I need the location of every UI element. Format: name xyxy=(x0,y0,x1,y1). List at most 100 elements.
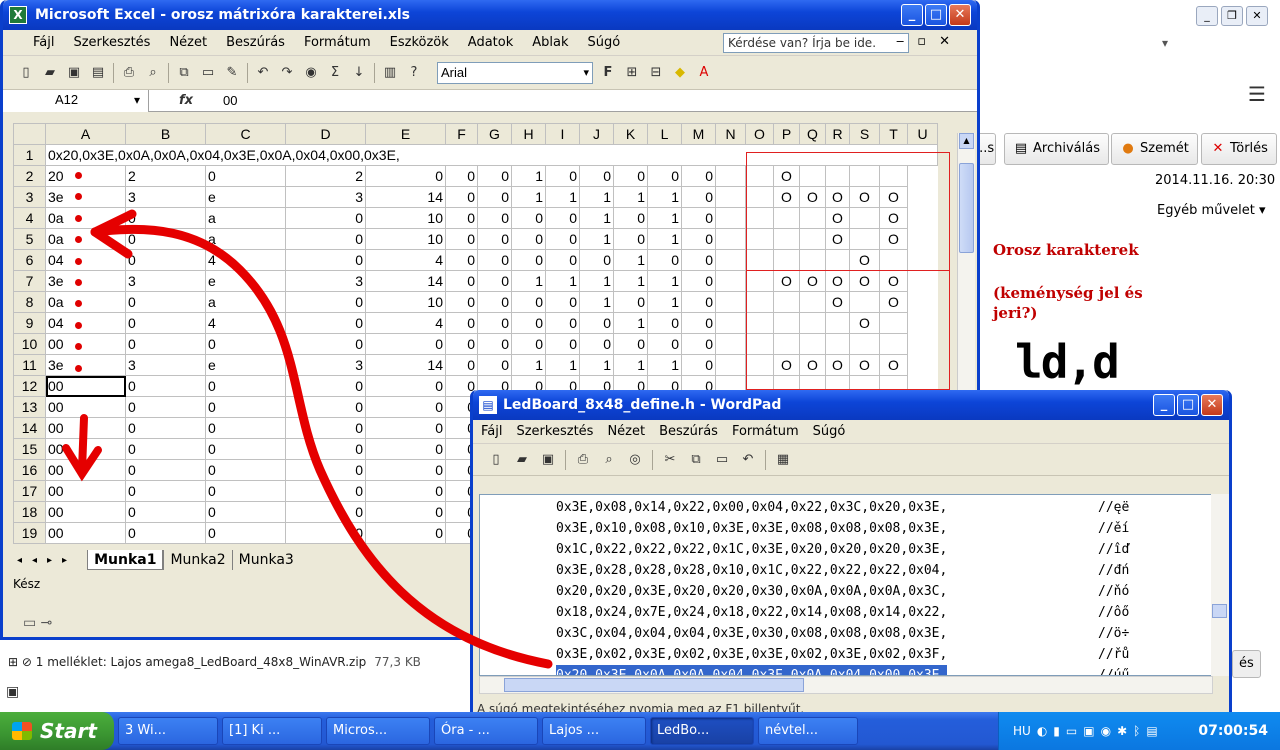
cell[interactable]: 0 xyxy=(205,438,286,460)
cell[interactable]: a xyxy=(205,228,286,250)
column-header[interactable]: F xyxy=(445,123,478,145)
cell[interactable]: 0 xyxy=(285,375,366,397)
cell[interactable]: 1 xyxy=(613,249,648,271)
open-icon[interactable]: ▰ xyxy=(41,64,59,82)
date-time-icon[interactable]: ▦ xyxy=(774,451,792,469)
menu-help[interactable]: Súgó xyxy=(813,424,846,439)
cell[interactable]: 0 xyxy=(125,291,206,313)
cell[interactable]: e xyxy=(205,270,286,292)
cell[interactable]: 0 xyxy=(681,186,716,208)
cell[interactable]: 0 xyxy=(285,396,366,418)
cell[interactable]: 0 xyxy=(477,186,512,208)
cell[interactable]: 0 xyxy=(125,459,206,481)
cell[interactable]: 0 xyxy=(285,333,366,355)
taskbar-button[interactable]: Óra - ... xyxy=(434,717,538,745)
preview-icon[interactable]: ⌕ xyxy=(144,64,162,82)
select-all-corner[interactable] xyxy=(13,123,46,145)
scroll-thumb[interactable] xyxy=(504,678,804,692)
cell[interactable]: 14 xyxy=(365,354,446,376)
cell[interactable]: 00 xyxy=(45,375,126,397)
cell[interactable] xyxy=(715,186,746,208)
horizontal-scrollbar[interactable] xyxy=(479,676,1213,694)
cell[interactable]: 0 xyxy=(445,228,478,250)
cell[interactable]: 3 xyxy=(285,270,366,292)
minimize-button[interactable]: _ xyxy=(901,4,923,26)
paste-icon[interactable]: ▭ xyxy=(713,451,731,469)
sheet-nav-arrows[interactable]: ◂◂▸▸ xyxy=(13,555,77,566)
permission-icon[interactable]: ▤ xyxy=(89,64,107,82)
column-header[interactable]: R xyxy=(825,123,850,145)
minimize-button[interactable]: _ xyxy=(1153,394,1175,416)
fill-color-icon[interactable]: ◆ xyxy=(671,64,689,82)
cell[interactable]: 1 xyxy=(647,354,682,376)
cell[interactable] xyxy=(715,312,746,334)
cell[interactable] xyxy=(715,165,746,187)
menu-file[interactable]: Fájl xyxy=(33,35,54,50)
cell[interactable]: 0 xyxy=(365,333,446,355)
find-icon[interactable]: ◎ xyxy=(626,451,644,469)
cell[interactable] xyxy=(715,291,746,313)
column-header[interactable]: G xyxy=(477,123,512,145)
cell[interactable]: 0 xyxy=(125,480,206,502)
tray-icon[interactable]: ▤ xyxy=(1146,724,1157,738)
cell[interactable]: 1 xyxy=(579,291,614,313)
merge-icon[interactable]: ⊞ xyxy=(623,64,641,82)
spam-button[interactable]: ● Szemét xyxy=(1111,133,1198,165)
menu-data[interactable]: Adatok xyxy=(468,35,513,50)
cell[interactable]: 3 xyxy=(285,186,366,208)
bold-icon[interactable]: F xyxy=(599,64,617,82)
cell[interactable]: 14 xyxy=(365,270,446,292)
column-header[interactable]: H xyxy=(511,123,546,145)
row-header[interactable]: 15 xyxy=(13,438,46,460)
cell[interactable]: 1 xyxy=(511,186,546,208)
cell[interactable]: 1 xyxy=(579,186,614,208)
cell[interactable]: 0 xyxy=(647,333,682,355)
code-line[interactable]: 0x3E,0x02,0x3E,0x02,0x3E,0x3E,0x02,0x3E,… xyxy=(556,644,947,665)
cell[interactable]: 0 xyxy=(285,228,366,250)
cell[interactable]: 0 xyxy=(681,249,716,271)
cell[interactable]: 1 xyxy=(545,354,580,376)
workbook-window-controls[interactable]: ‒▫✕ xyxy=(896,34,963,49)
taskbar-button[interactable]: Lajos ... xyxy=(542,717,646,745)
cell[interactable]: 00 xyxy=(45,459,126,481)
cell[interactable]: 0 xyxy=(285,459,366,481)
cell[interactable]: 0 xyxy=(365,522,446,544)
menu-file[interactable]: Fájl xyxy=(481,424,502,439)
menu-tools[interactable]: Eszközök xyxy=(390,35,449,50)
row-header[interactable]: 5 xyxy=(13,228,46,250)
cell[interactable]: 0 xyxy=(205,417,286,439)
formula-input[interactable]: 00 xyxy=(223,93,237,108)
cell[interactable]: 00 xyxy=(45,501,126,523)
ask-question-input[interactable]: Kérdése van? Írja be ide. xyxy=(723,33,909,53)
taskbar-button[interactable]: LedBo... xyxy=(650,717,754,745)
cell[interactable]: 0 xyxy=(681,291,716,313)
cell[interactable]: 1 xyxy=(647,186,682,208)
cell[interactable]: 0 xyxy=(125,417,206,439)
cell[interactable]: 0 xyxy=(477,207,512,229)
column-header[interactable]: Q xyxy=(799,123,826,145)
menu-window[interactable]: Ablak xyxy=(532,35,568,50)
cell[interactable]: 00 xyxy=(45,417,126,439)
cell[interactable]: 0 xyxy=(205,165,286,187)
attachment-row[interactable]: ⊞ ⊘ 1 melléklet: Lajos amega8_LedBoard_4… xyxy=(0,652,470,674)
cell[interactable]: 0 xyxy=(285,480,366,502)
cell[interactable]: 0 xyxy=(647,249,682,271)
cell[interactable]: 0 xyxy=(285,207,366,229)
save-icon[interactable]: ▣ xyxy=(65,64,83,82)
maximize-button[interactable]: □ xyxy=(1177,394,1199,416)
cell[interactable]: 0 xyxy=(125,396,206,418)
cell[interactable]: 0 xyxy=(477,354,512,376)
format-painter-icon[interactable]: ✎ xyxy=(223,64,241,82)
close-button[interactable]: ✕ xyxy=(1246,6,1268,26)
taskbar-button[interactable]: 3 Wi... xyxy=(118,717,218,745)
cell[interactable]: 0 xyxy=(445,249,478,271)
tray-icon[interactable]: ✱ xyxy=(1117,724,1127,738)
cell[interactable]: 0 xyxy=(545,228,580,250)
cell[interactable]: 1 xyxy=(545,186,580,208)
column-header[interactable]: D xyxy=(285,123,366,145)
cell[interactable]: 0 xyxy=(477,312,512,334)
cell[interactable] xyxy=(715,333,746,355)
cell[interactable]: 0 xyxy=(125,333,206,355)
row-header[interactable]: 1 xyxy=(13,144,46,166)
cell[interactable]: 0 xyxy=(445,165,478,187)
